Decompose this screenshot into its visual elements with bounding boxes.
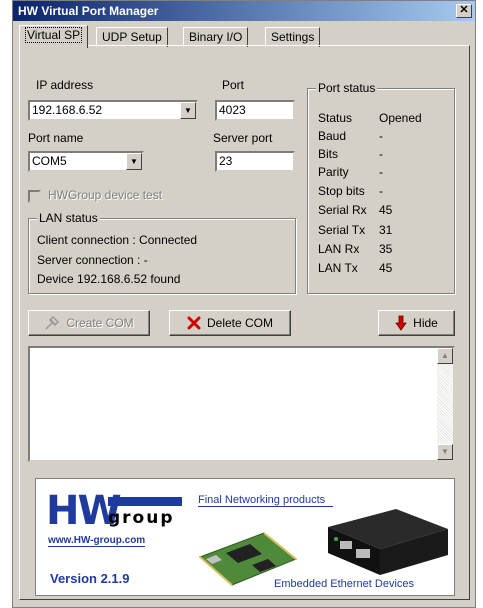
chevron-down-icon[interactable]: ▼	[180, 102, 196, 119]
logo-group-text: group	[108, 508, 175, 528]
lan-rx-row-label: LAN Rx	[318, 242, 360, 256]
lan-status-group: LAN status Client connection : Connected…	[28, 211, 296, 294]
create-com-icon	[45, 315, 60, 330]
lan-tx-row-label: LAN Tx	[318, 261, 358, 275]
ethernet-device-image	[328, 509, 448, 575]
status-row-value: Opened	[379, 111, 422, 125]
arrow-down-icon	[395, 315, 407, 331]
lan-status-title: LAN status	[37, 211, 100, 225]
circuit-board-image	[199, 532, 297, 586]
tab-binary-io[interactable]: Binary I/O	[183, 27, 249, 47]
hide-button[interactable]: Hide	[378, 310, 455, 336]
bits-row-value: -	[379, 147, 383, 161]
headline-text: Final Networking products	[198, 494, 334, 507]
ip-address-label: IP address	[36, 78, 94, 92]
version-text: Version 2.1.9	[50, 571, 130, 586]
port-name-combo[interactable]: COM5 ▼	[28, 151, 144, 172]
port-status-group: Port status Status Opened Baud - Bits - …	[307, 81, 455, 294]
port-name-value: COM5	[32, 154, 67, 168]
device-test-label: HWGroup device test	[48, 188, 163, 202]
port-status-title: Port status	[316, 81, 378, 95]
parity-row-label: Parity	[318, 165, 349, 179]
tab-udp-setup[interactable]: UDP Setup	[96, 27, 168, 47]
port-name-label: Port name	[28, 131, 84, 145]
device-found-line: Device 192.168.6.52 found	[37, 272, 181, 286]
ip-address-value: 192.168.6.52	[32, 103, 103, 117]
tab-settings[interactable]: Settings	[265, 27, 321, 47]
create-com-button[interactable]: Create COM	[28, 310, 150, 336]
log-scrollbar[interactable]: ▲ ▼	[437, 348, 453, 460]
status-row-label: Status	[318, 111, 353, 125]
scroll-up-icon[interactable]: ▲	[437, 348, 453, 364]
scroll-down-icon[interactable]: ▼	[437, 444, 453, 460]
server-connection-line: Server connection : -	[37, 253, 148, 267]
serial-tx-row-value: 31	[379, 223, 393, 237]
ip-address-combo[interactable]: 192.168.6.52 ▼	[28, 100, 198, 121]
stop-bits-row-label: Stop bits	[318, 184, 365, 198]
title-bar[interactable]: HW Virtual Port Manager ✕	[13, 1, 475, 21]
tab-virtual-sp[interactable]: Virtual SP	[19, 25, 89, 48]
x-icon	[187, 316, 201, 330]
tab-panel: IP address 192.168.6.52 ▼ Port 4023 Port…	[19, 45, 470, 600]
window-title: HW Virtual Port Manager	[18, 4, 159, 18]
serial-rx-row-label: Serial Rx	[318, 203, 367, 217]
baud-row-label: Baud	[318, 129, 347, 143]
close-icon: ✕	[459, 4, 469, 16]
port-label: Port	[222, 78, 245, 92]
parity-row-value: -	[379, 165, 383, 179]
lan-tx-row-value: 45	[379, 261, 393, 275]
bits-row-label: Bits	[318, 147, 339, 161]
device-test-checkbox[interactable]	[28, 190, 41, 203]
client-connection-line: Client connection : Connected	[37, 233, 198, 247]
serial-tx-row-label: Serial Tx	[318, 223, 366, 237]
chevron-down-icon[interactable]: ▼	[126, 153, 142, 170]
window: HW Virtual Port Manager ✕ Virtual SP UDP…	[12, 0, 476, 608]
close-button[interactable]: ✕	[456, 4, 472, 18]
website-text: www.HW-group.com	[48, 535, 146, 547]
baud-row-value: -	[379, 129, 383, 143]
server-port-label: Server port	[213, 131, 273, 145]
lan-rx-row-value: 35	[379, 242, 393, 256]
log-textarea[interactable]: ▲ ▼	[28, 346, 455, 462]
port-input[interactable]: 4023	[215, 100, 295, 121]
serial-rx-row-value: 45	[379, 203, 393, 217]
server-port-input[interactable]: 23	[215, 151, 295, 172]
logo-bar	[108, 497, 182, 506]
stop-bits-row-value: -	[379, 184, 383, 198]
delete-com-button[interactable]: Delete COM	[169, 310, 291, 336]
hwgroup-banner: HW group www.HW-group.com Final Networki…	[35, 478, 455, 596]
